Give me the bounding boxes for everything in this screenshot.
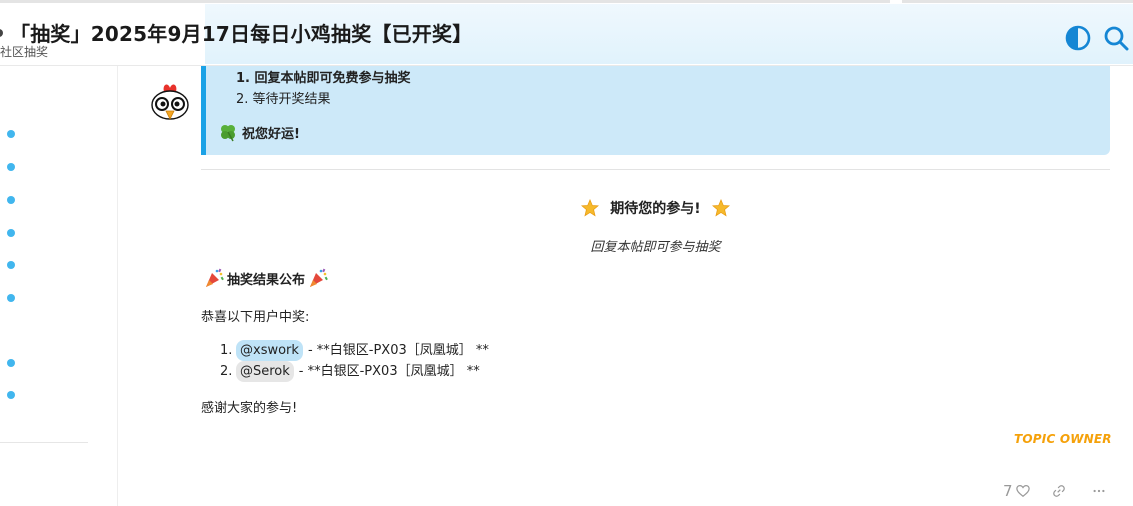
theme-toggle-button[interactable] (1065, 25, 1091, 51)
expect-subtitle: 回复本帖即可参与抽奖 (590, 240, 721, 255)
instructions-list: 1. 回复本帖即可免费参与抽奖 2. 等待开奖结果 (236, 68, 411, 110)
party-popper-icon (310, 268, 328, 287)
topic-category[interactable]: 社区抽奖 (0, 43, 48, 60)
section-divider (201, 169, 1110, 170)
glowing-star-icon (581, 199, 600, 217)
sidebar-unread-dot[interactable] (7, 196, 15, 204)
author-avatar[interactable] (148, 80, 192, 124)
winners-list: 1. @xswork - **白银区-PX03［凤凰城］ ** 2. @Sero… (220, 340, 489, 382)
topic-owner-badge: TOPIC OWNER (1014, 432, 1112, 446)
instruction-step: 2. 等待开奖结果 (236, 92, 331, 107)
winner-row: 1. @xswork - **白银区-PX03［凤凰城］ ** (220, 340, 489, 361)
sidebar-divider (0, 442, 88, 443)
user-mention-link[interactable]: @xswork (236, 340, 303, 361)
sidebar-unread-dot[interactable] (7, 261, 15, 269)
sidebar-unread-dot[interactable] (7, 130, 15, 138)
search-button[interactable] (1103, 25, 1129, 51)
sidebar-unread-dot[interactable] (7, 229, 15, 237)
user-mention-link[interactable]: @Serok (236, 361, 294, 382)
half-circle-contrast-icon (1065, 25, 1091, 51)
search-icon (1104, 26, 1129, 51)
winner-number: 2. (220, 364, 233, 379)
sidebar (0, 66, 118, 506)
heart-icon (1015, 484, 1030, 498)
winner-prize: - **白银区-PX03［凤凰城］ ** (307, 343, 489, 358)
sidebar-unread-dot[interactable] (7, 163, 15, 171)
result-title: 抽奖结果公布 (227, 272, 306, 288)
winner-number: 1. (220, 343, 233, 358)
four-leaf-clover-icon (221, 125, 235, 142)
post-actions: 7 (1003, 480, 1106, 502)
expect-heading: 期待您的参与! (201, 198, 1110, 218)
sidebar-unread-dot[interactable] (7, 294, 15, 302)
winner-prize: - **白银区-PX03［凤凰城］ ** (298, 364, 480, 379)
sidebar-unread-dot[interactable] (7, 391, 15, 399)
congrats-text: 恭喜以下用户中奖: (201, 310, 310, 325)
sidebar-unread-dot[interactable] (7, 359, 15, 367)
good-luck-line: 祝您好运! (218, 122, 300, 142)
like-button[interactable] (1015, 481, 1030, 501)
winner-row: 2. @Serok - **白银区-PX03［凤凰城］ ** (220, 361, 489, 382)
like-count[interactable]: 7 (1003, 482, 1013, 500)
thanks-text: 感谢大家的参与! (201, 401, 298, 416)
glowing-star-icon (711, 199, 730, 217)
expect-title: 期待您的参与! (610, 201, 701, 217)
category-badge-dot (0, 29, 3, 37)
more-actions-button[interactable] (1092, 481, 1106, 501)
info-callout: 1. 回复本帖即可免费参与抽奖 2. 等待开奖结果 祝您好运! (201, 56, 1110, 155)
result-heading: 抽奖结果公布 (201, 268, 331, 288)
more-dots-icon (1093, 489, 1105, 493)
topic-title[interactable]: 「抽奖」2025年9月17日每日小鸡抽奖【已开奖】 (10, 18, 472, 47)
chicken-avatar-icon (151, 84, 189, 120)
instruction-step: 1. 回复本帖即可免费参与抽奖 (236, 71, 411, 86)
party-popper-icon (206, 268, 224, 287)
site-header: 「抽奖」2025年9月17日每日小鸡抽奖【已开奖】 社区抽奖 (0, 0, 1133, 66)
good-luck-text: 祝您好运! (242, 126, 300, 142)
link-icon (1052, 485, 1065, 497)
copy-link-button[interactable] (1052, 481, 1066, 501)
